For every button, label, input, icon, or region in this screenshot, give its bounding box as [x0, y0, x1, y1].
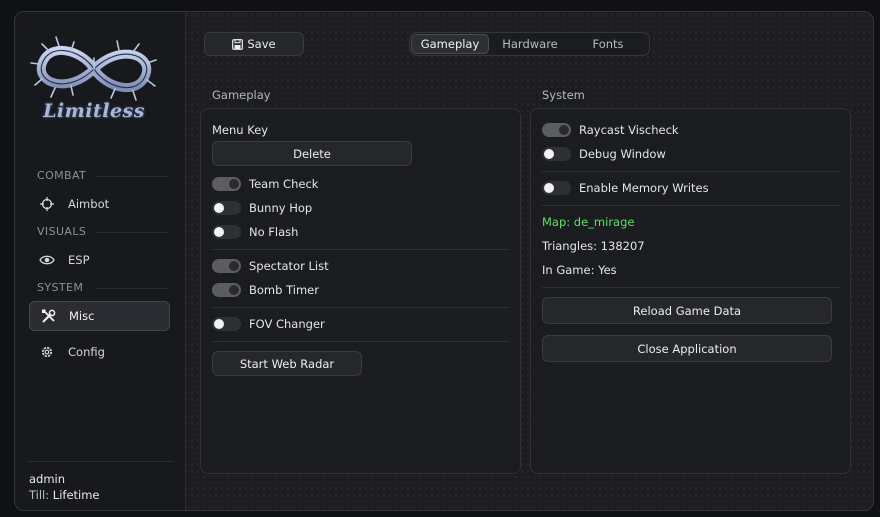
toggle-label: Bomb Timer [249, 283, 319, 297]
toggle-label: No Flash [249, 225, 299, 239]
spectator-list-toggle-row[interactable]: Spectator List [212, 259, 329, 273]
user-name: admin [29, 472, 66, 486]
crosshair-icon [39, 196, 55, 212]
section-title-system: SYSTEM [37, 281, 84, 294]
bomb-timer-toggle[interactable] [212, 283, 241, 297]
app-logo: Limitless [29, 34, 159, 132]
sidebar-item-aimbot[interactable]: Aimbot [29, 189, 170, 219]
tab-hardware[interactable]: Hardware [491, 34, 569, 54]
fov-changer-toggle[interactable] [212, 317, 241, 331]
divider [212, 307, 510, 308]
sidebar: Limitless COMBAT Aimbot VISUALS ESP SYST… [15, 12, 186, 510]
sidebar-item-label: Misc [69, 309, 95, 323]
divider [97, 232, 169, 233]
menu-key-label: Menu Key [212, 123, 269, 137]
divider [97, 176, 169, 177]
section-title-visuals: VISUALS [37, 225, 87, 238]
debug-window-toggle-row[interactable]: Debug Window [542, 147, 666, 161]
eye-icon [39, 252, 55, 268]
gear-icon [39, 344, 55, 360]
tools-icon [40, 308, 56, 324]
team-check-toggle-row[interactable]: Team Check [212, 177, 318, 191]
license-expiry: Till: Lifetime [29, 488, 100, 502]
bunny-hop-toggle[interactable] [212, 201, 241, 215]
license-label: Till: [29, 488, 50, 502]
tab-bar: Gameplay Hardware Fonts [409, 32, 650, 56]
toggle-label: Bunny Hop [249, 201, 313, 215]
tab-fonts[interactable]: Fonts [569, 34, 647, 54]
tab-gameplay[interactable]: Gameplay [411, 34, 489, 54]
team-check-toggle[interactable] [212, 177, 241, 191]
license-value: Lifetime [52, 488, 100, 502]
infinity-logo-icon [30, 36, 157, 101]
system-panel: Raycast Vischeck Debug Window Enable Mem… [530, 108, 851, 474]
map-status: Map: de_mirage [542, 215, 635, 229]
save-button[interactable]: Save [204, 32, 304, 56]
raycast-vischeck-toggle[interactable] [542, 123, 571, 137]
toggle-label: Debug Window [579, 147, 666, 161]
save-label: Save [247, 37, 276, 51]
divider [542, 287, 840, 288]
divider [27, 461, 174, 462]
raycast-vischeck-toggle-row[interactable]: Raycast Vischeck [542, 123, 679, 137]
start-web-radar-button[interactable]: Start Web Radar [212, 351, 362, 376]
spectator-list-toggle[interactable] [212, 259, 241, 273]
divider [212, 249, 510, 250]
divider [212, 341, 510, 342]
divider [542, 205, 840, 206]
sidebar-item-misc[interactable]: Misc [29, 301, 170, 331]
no-flash-toggle-row[interactable]: No Flash [212, 225, 298, 239]
sidebar-item-config[interactable]: Config [29, 337, 170, 367]
sidebar-item-esp[interactable]: ESP [29, 245, 170, 275]
bomb-timer-toggle-row[interactable]: Bomb Timer [212, 283, 319, 297]
fov-changer-toggle-row[interactable]: FOV Changer [212, 317, 325, 331]
gameplay-panel: Menu Key Delete Team Check Bunny Hop No … [200, 108, 521, 474]
triangles-status: Triangles: 138207 [542, 239, 645, 253]
no-flash-toggle[interactable] [212, 225, 241, 239]
memory-writes-toggle-row[interactable]: Enable Memory Writes [542, 181, 709, 195]
toggle-label: Spectator List [249, 259, 329, 273]
divider [97, 288, 169, 289]
toggle-label: Raycast Vischeck [579, 123, 679, 137]
sidebar-item-label: Config [68, 345, 105, 359]
divider [542, 171, 840, 172]
section-title-combat: COMBAT [37, 169, 87, 182]
sidebar-item-label: ESP [68, 253, 90, 267]
in-game-status: In Game: Yes [542, 263, 617, 277]
toggle-label: Team Check [249, 177, 319, 191]
toggle-label: FOV Changer [249, 317, 325, 331]
sidebar-item-label: Aimbot [68, 197, 110, 211]
bunny-hop-toggle-row[interactable]: Bunny Hop [212, 201, 312, 215]
debug-window-toggle[interactable] [542, 147, 571, 161]
app-window: Limitless COMBAT Aimbot VISUALS ESP SYST… [14, 11, 874, 511]
gameplay-panel-title: Gameplay [212, 88, 271, 102]
memory-writes-toggle[interactable] [542, 181, 571, 195]
save-icon [232, 38, 244, 50]
toggle-label: Enable Memory Writes [579, 181, 709, 195]
system-panel-title: System [542, 88, 585, 102]
menu-key-button[interactable]: Delete [212, 141, 412, 166]
app-logo-text: Limitless [43, 100, 145, 122]
reload-game-data-button[interactable]: Reload Game Data [542, 297, 832, 324]
close-application-button[interactable]: Close Application [542, 335, 832, 362]
